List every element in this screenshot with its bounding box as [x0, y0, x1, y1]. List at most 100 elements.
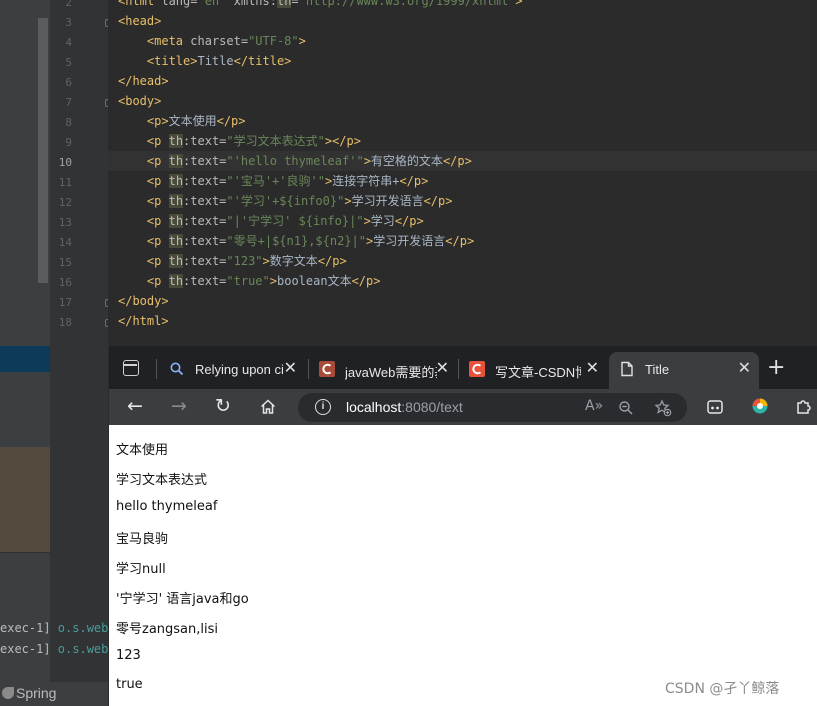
code-token: </p>: [317, 254, 347, 268]
line-number: 3: [65, 16, 72, 29]
ide-project-panel: [0, 0, 50, 706]
reload-icon[interactable]: ↻: [215, 395, 231, 417]
code-line[interactable]: <p th:text="123">数字文本</p>: [108, 251, 817, 271]
code-token: =: [291, 0, 299, 8]
code-editor[interactable]: <html lang="en" xmlns:th="http://www.w3.…: [108, 0, 817, 346]
line-number: 5: [65, 56, 72, 69]
code-token: "|'宁学习' ${info}|": [226, 214, 364, 228]
code-line[interactable]: <p th:text="true">boolean文本</p>: [108, 271, 817, 291]
spring-leaf-icon: [2, 687, 14, 699]
info-icon[interactable]: i: [315, 399, 331, 415]
code-token: <p: [146, 134, 169, 148]
page-icon: [621, 361, 633, 377]
tab-actions-icon[interactable]: [123, 360, 139, 376]
code-token: </head>: [118, 74, 169, 88]
tab-csdn-write[interactable]: 写文章-CSDN博客 ✕: [459, 352, 607, 389]
forward-icon[interactable]: →: [171, 395, 187, 417]
home-icon[interactable]: [259, 398, 277, 416]
code-token: :text=: [183, 274, 227, 288]
code-line[interactable]: <p>文本使用</p>: [108, 111, 817, 131]
code-token: 学习开发语言: [373, 234, 446, 248]
run-tab-spring[interactable]: Spring: [0, 682, 108, 706]
browser-window: Relying upon circular references ✕ javaW…: [109, 346, 817, 706]
code-token: th: [168, 134, 184, 148]
favorite-add-icon[interactable]: [654, 399, 672, 417]
code-token: >: [298, 34, 306, 48]
close-tab-icon[interactable]: ✕: [738, 360, 751, 376]
code-token: <p>: [146, 114, 169, 128]
zoom-out-icon[interactable]: [618, 400, 634, 416]
code-line[interactable]: <meta charset="UTF-8">: [108, 31, 817, 51]
code-token: <p: [146, 214, 169, 228]
page-paragraph: 文本使用: [116, 443, 169, 458]
read-aloud-icon[interactable]: A»: [585, 398, 603, 414]
code-token: :text=: [183, 174, 227, 188]
code-token: :text=: [183, 194, 227, 208]
code-token: th: [168, 254, 184, 268]
code-token: </title>: [233, 54, 292, 68]
code-line[interactable]: </body>: [108, 291, 817, 311]
rendered-page: 文本使用 学习文本表达式 hello thymeleaf 宝马良驹 学习null '宁学习…: [109, 425, 817, 706]
console-logger: o.s.web: [57, 621, 109, 635]
extension-colorful-icon[interactable]: [751, 397, 769, 415]
code-token: <p: [146, 174, 169, 188]
code-token: <p: [146, 154, 169, 168]
close-tab-icon[interactable]: ✕: [586, 360, 599, 376]
code-token: "http://www.w3.org/1999/xhtml": [298, 0, 516, 8]
code-token: th: [168, 274, 184, 288]
tab-title: javaWeb需要的基础知识: [345, 365, 437, 380]
code-token: charset=: [190, 34, 249, 48]
code-token: "UTF-8": [248, 34, 299, 48]
line-number: 2: [65, 0, 72, 9]
selected-tree-item[interactable]: [0, 346, 50, 372]
console-line: exec-1] o.s.web: [0, 618, 108, 638]
code-line[interactable]: <html lang="en" xmlns:th="http://www.w3.…: [108, 0, 817, 11]
code-token: lang=: [161, 0, 198, 8]
tab-separator: [156, 359, 157, 379]
tab-javaweb[interactable]: javaWeb需要的基础知识 ✕: [309, 352, 457, 389]
console-line: exec-1] o.s.web: [0, 639, 108, 659]
line-number: 6: [65, 76, 72, 89]
code-line[interactable]: <p th:text="学习文本表达式"></p>: [108, 131, 817, 151]
code-line[interactable]: <title>Title</title>: [108, 51, 817, 71]
collections-icon[interactable]: [706, 398, 724, 416]
code-line[interactable]: <head>: [108, 11, 817, 31]
code-token: th: [276, 0, 292, 8]
address-bar[interactable]: i localhost:8080/text A»: [298, 393, 687, 422]
code-token: "零号+|${n1},${n2}|": [226, 234, 367, 248]
code-line[interactable]: <p th:text="'学习'+${info0}">学习开发语言</p>: [108, 191, 817, 211]
new-tab-icon[interactable]: +: [767, 355, 785, 380]
csdn-c-icon: [319, 361, 335, 377]
csdn-c-icon: [469, 361, 485, 377]
page-paragraph: 123: [116, 647, 141, 663]
code-line[interactable]: </head>: [108, 71, 817, 91]
tab-relying-upon[interactable]: Relying upon circular references ✕: [159, 352, 305, 389]
code-token: </p>: [394, 214, 424, 228]
code-line[interactable]: <body>: [108, 91, 817, 111]
code-token: <meta: [146, 34, 191, 48]
code-token: >: [515, 0, 523, 8]
code-token: </p>: [399, 174, 429, 188]
code-line[interactable]: <p th:text="零号+|${n1},${n2}|">学习开发语言</p>: [108, 231, 817, 251]
code-line[interactable]: <p th:text="'宝马'+'良驹'">连接字符串+</p>: [108, 171, 817, 191]
url-path: :8080/text: [401, 399, 463, 415]
code-line[interactable]: </html>: [108, 311, 817, 331]
tab-title-active[interactable]: Title ✕: [609, 352, 759, 389]
back-icon[interactable]: ←: [127, 395, 143, 417]
page-paragraph: '宁学习' 语言java和go: [116, 592, 249, 607]
close-tab-icon[interactable]: ✕: [284, 360, 297, 376]
extensions-puzzle-icon[interactable]: [794, 397, 814, 417]
panel-highlight: [0, 447, 50, 552]
close-tab-icon[interactable]: ✕: [436, 360, 449, 376]
code-token: "学习文本表达式": [226, 134, 325, 148]
project-scrollbar[interactable]: [38, 18, 48, 283]
code-token: th: [168, 194, 184, 208]
line-number: 4: [65, 36, 72, 49]
code-token: "'hello thymeleaf'": [226, 154, 364, 168]
code-token: 学习开发语言: [351, 194, 424, 208]
line-number: 14: [58, 236, 72, 249]
code-line[interactable]: <p th:text="'hello thymeleaf'">有空格的文本</p…: [108, 151, 817, 171]
code-line[interactable]: <p th:text="|'宁学习' ${info}|">学习</p>: [108, 211, 817, 231]
